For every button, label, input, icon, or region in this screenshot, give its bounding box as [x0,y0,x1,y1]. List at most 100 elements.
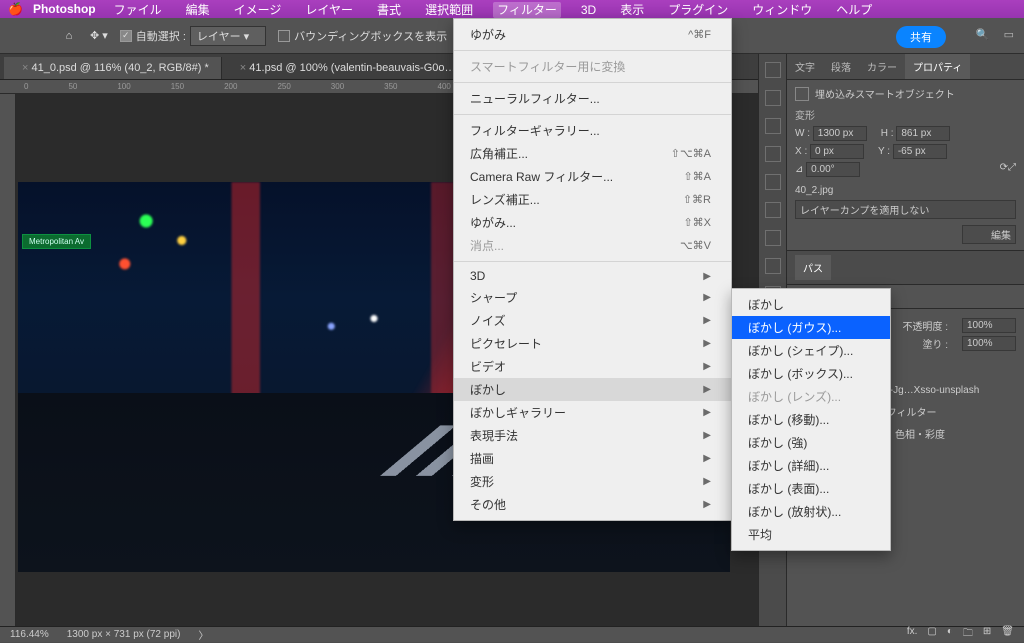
ruler-vertical [0,94,16,626]
panel-tab-カラー[interactable]: カラー [859,54,905,79]
menu-item[interactable]: 表現手法▶ [454,424,731,447]
show-bbox-checkbox[interactable] [278,30,290,42]
edit-contents-button[interactable]: 編集 [962,225,1016,244]
move-icon[interactable] [765,62,781,78]
search-icon[interactable]: 🔍 [976,28,990,41]
menu-レイヤー[interactable]: レイヤー [301,2,357,18]
frame-icon[interactable] [765,202,781,218]
menu-プラグイン[interactable]: プラグイン [664,2,732,18]
show-bbox-label: バウンディングボックスを表示 [294,28,447,44]
document-tab[interactable]: × 41_0.psd @ 116% (40_2, RGB/8#) * [4,57,222,79]
document-tab[interactable]: × 41.psd @ 100% (valentin-beauvais-G0o… [222,57,469,79]
menu-item[interactable]: その他▶ [454,493,731,516]
menu-item[interactable]: ゆがみ^⌘F [454,23,731,46]
opacity-input[interactable]: 100% [962,318,1016,333]
menu-選択範囲[interactable]: 選択範囲 [421,2,477,18]
lasso-icon[interactable] [765,118,781,134]
status-bar: 116.44% 1300 px × 731 px (72 ppi) 〉 fx. … [0,626,1024,642]
auto-select-checkbox[interactable]: ✓ [120,30,132,42]
y-input[interactable]: -65 px [893,144,947,159]
adjustment-icon[interactable]: ◐ [947,626,953,643]
menu-イメージ[interactable]: イメージ [230,2,286,18]
menu-item[interactable]: 描画▶ [454,447,731,470]
menu-item[interactable]: レンズ補正...⇧⌘R [454,188,731,211]
brush-icon[interactable] [765,258,781,274]
submenu-item[interactable]: ぼかし (移動)... [732,408,890,431]
zoom-readout[interactable]: 116.44% [10,629,49,640]
menu-ウィンドウ[interactable]: ウィンドウ [748,2,816,18]
panel-tab-プロパティ[interactable]: プロパティ [905,54,970,79]
menu-item[interactable]: シャープ▶ [454,286,731,309]
submenu-item[interactable]: ぼかし (強) [732,431,890,454]
marquee-icon[interactable] [765,90,781,106]
menu-item[interactable]: ニューラルフィルター... [454,87,731,110]
wand-icon[interactable] [765,146,781,162]
close-tab-icon[interactable]: × [240,62,246,74]
menu-item[interactable]: ビデオ▶ [454,355,731,378]
layer-comp-select[interactable]: レイヤーカンプを適用しない [795,200,1016,219]
menu-フィルター[interactable]: フィルター [493,2,561,18]
menu-item[interactable]: ぼかしギャラリー▶ [454,401,731,424]
submenu-item[interactable]: ぼかし (放射状)... [732,500,890,523]
street-sign: Metropolitan Av [22,234,91,249]
tab-paths[interactable]: パス [795,255,831,280]
menu-ヘルプ[interactable]: ヘルプ [832,2,876,18]
submenu-item: ぼかし (レンズ)... [732,385,890,408]
menu-item[interactable]: ゆがみ...⇧⌘X [454,211,731,234]
submenu-item[interactable]: ぼかし (表面)... [732,477,890,500]
panel-tab-段落[interactable]: 段落 [823,54,859,79]
height-input[interactable]: 861 px [896,126,950,141]
auto-select-label: 自動選択 : [136,28,186,44]
properties-tabs: 文字段落カラープロパティ [787,54,1024,80]
x-input[interactable]: 0 px [810,144,864,159]
fill-input[interactable]: 100% [962,336,1016,351]
menu-item[interactable]: 3D▶ [454,266,731,286]
width-input[interactable]: 1300 px [813,126,867,141]
angle-input[interactable]: 0.00° [806,162,860,177]
move-tool-icon[interactable]: ✥ ▾ [90,29,108,42]
submenu-item[interactable]: ぼかし (シェイプ)... [732,339,890,362]
submenu-item[interactable]: ぼかし (ガウス)... [732,316,890,339]
doc-dims: 1300 px × 731 px (72 ppi) [67,629,181,640]
filter-menu-dropdown[interactable]: ゆがみ^⌘F スマートフィルター用に変換ニューラルフィルター... フィルターギャラ… [453,18,732,521]
menu-item[interactable]: ピクセレート▶ [454,332,731,355]
eyedropper-icon[interactable] [765,230,781,246]
home-icon[interactable]: ⌂ [60,27,78,45]
group-icon[interactable]: 🗀 [963,626,973,643]
apple-icon[interactable]: 🍎 [8,2,23,16]
auto-select-target[interactable]: レイヤー ▾ [190,26,266,46]
layer-name: 色相・彩度 [895,426,945,441]
menu-表示[interactable]: 表示 [616,2,648,18]
menu-item[interactable]: ノイズ▶ [454,309,731,332]
menu-書式[interactable]: 書式 [373,2,405,18]
menu-item: 消点...⌥⌘V [454,234,731,257]
menu-item[interactable]: フィルターギャラリー... [454,119,731,142]
transform-header: 変形 [795,107,1016,122]
close-tab-icon[interactable]: × [22,62,28,74]
workspace-icon[interactable]: ▭ [1004,28,1014,41]
menu-item[interactable]: 広角補正...⇧⌥⌘A [454,142,731,165]
menu-ファイル[interactable]: ファイル [110,2,166,18]
submenu-item[interactable]: ぼかし (詳細)... [732,454,890,477]
menu-item[interactable]: Camera Raw フィルター...⇧⌘A [454,165,731,188]
panel-tab-文字[interactable]: 文字 [787,54,823,79]
properties-object-type: 埋め込みスマートオブジェクト [815,86,955,101]
menu-item: スマートフィルター用に変換 [454,55,731,78]
new-layer-icon[interactable]: ⊞ [983,626,991,643]
submenu-item[interactable]: 平均 [732,523,890,546]
delete-icon[interactable]: 🗑 [1001,626,1014,643]
smart-object-icon [795,87,809,101]
menu-3D[interactable]: 3D [577,2,600,18]
blur-submenu[interactable]: ぼかしぼかし (ガウス)...ぼかし (シェイプ)...ぼかし (ボックス)..… [731,288,891,551]
submenu-item[interactable]: ぼかし [732,293,890,316]
crop-icon[interactable] [765,174,781,190]
app-name[interactable]: Photoshop [33,2,96,16]
linked-object-name: 40_2.jpg [795,185,1016,196]
menu-item[interactable]: 変形▶ [454,470,731,493]
menu-item[interactable]: ぼかし▶ [454,378,731,401]
fx-status-icon[interactable]: fx. [907,626,918,643]
share-button[interactable]: 共有 [896,26,946,48]
submenu-item[interactable]: ぼかし (ボックス)... [732,362,890,385]
menu-編集[interactable]: 編集 [182,2,214,18]
mask-new-icon[interactable]: ▢ [927,626,936,643]
